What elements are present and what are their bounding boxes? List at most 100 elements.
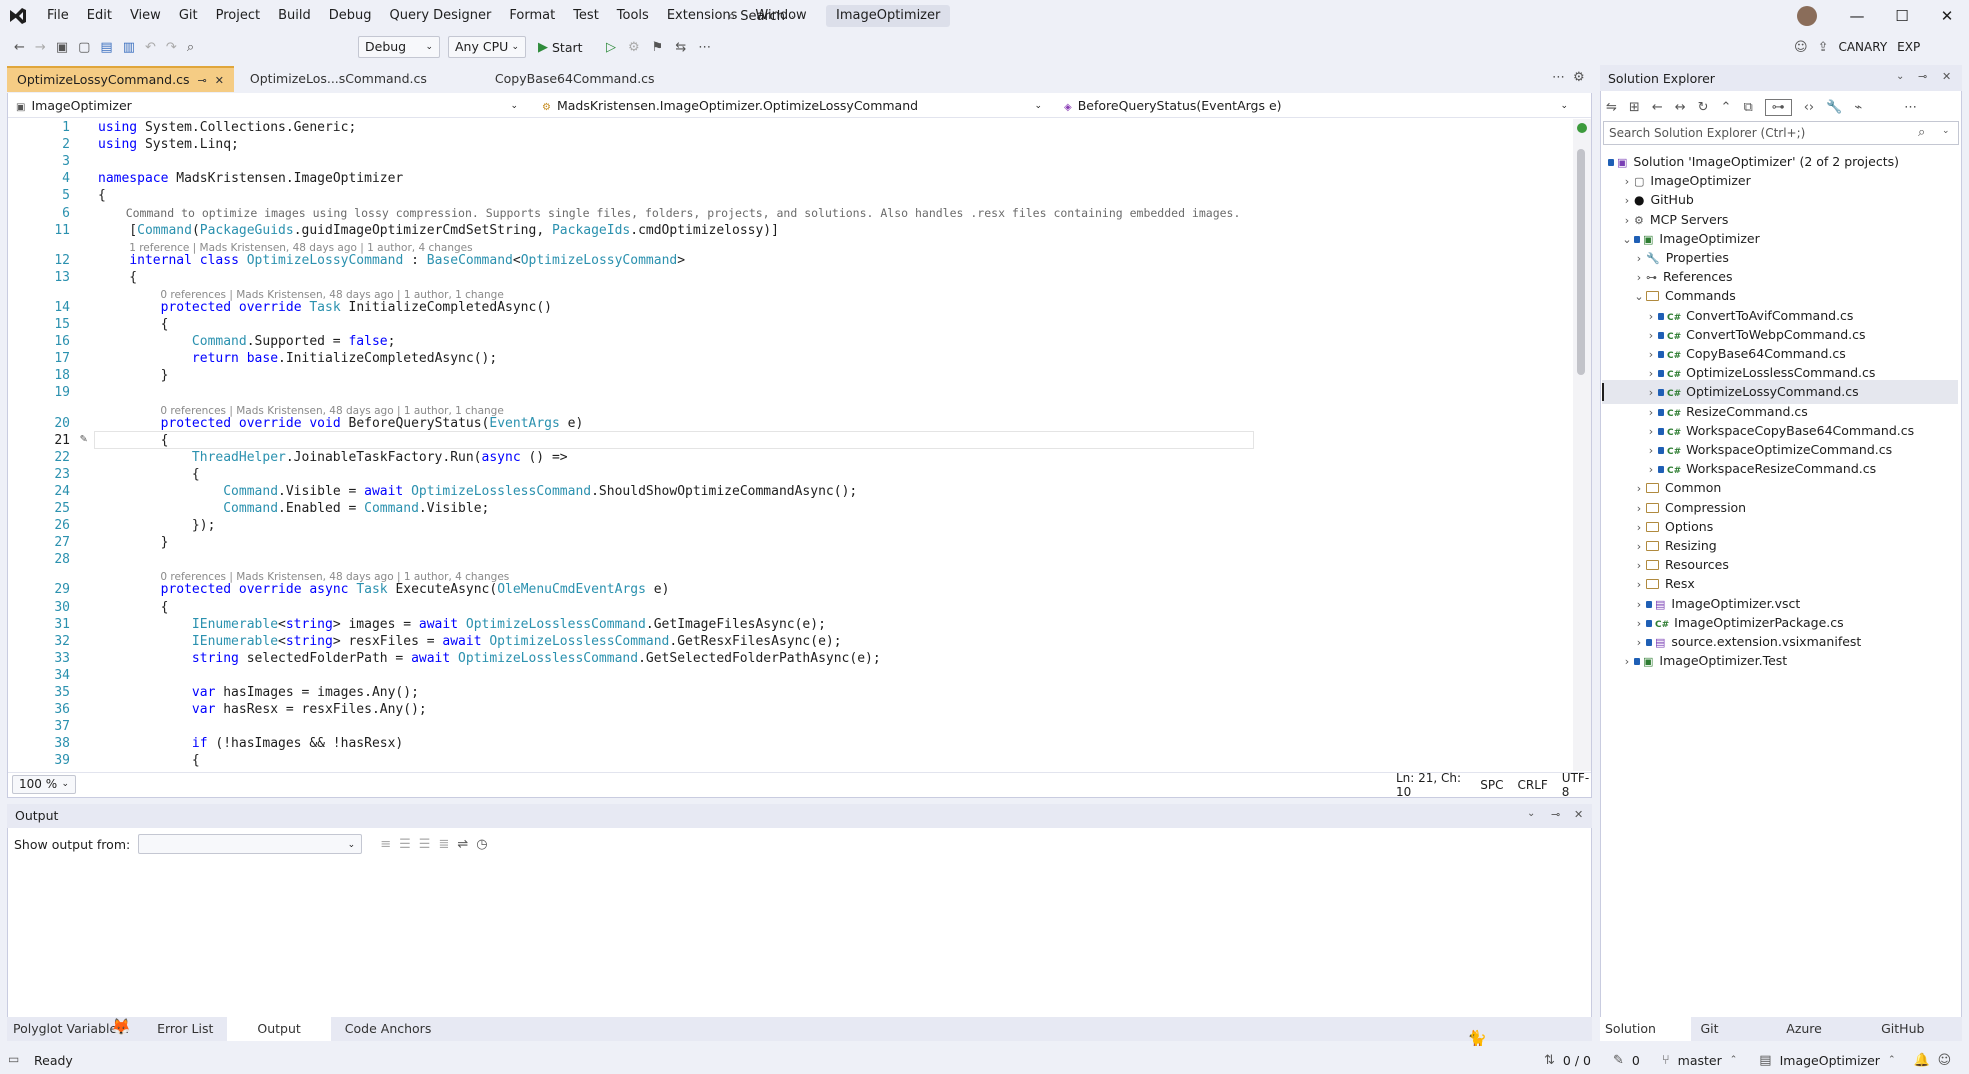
navigate-forward-icon[interactable]: → bbox=[35, 41, 46, 54]
minimize-button[interactable]: — bbox=[1835, 0, 1879, 32]
more-icon[interactable]: ⋯ bbox=[1904, 101, 1917, 114]
copilot-status-icon[interactable]: ☺ bbox=[1938, 1054, 1952, 1067]
next-message-icon[interactable]: ☰ bbox=[419, 838, 431, 851]
menu-item-build[interactable]: Build bbox=[269, 0, 320, 32]
branch-name[interactable]: master bbox=[1678, 1053, 1722, 1068]
undo-icon[interactable]: ↶ bbox=[145, 41, 156, 54]
notifications-icon[interactable]: 🔔 bbox=[1913, 1054, 1929, 1067]
view-code-icon[interactable]: ‹› bbox=[1804, 101, 1814, 114]
commits-count[interactable]: 0 / 0 bbox=[1563, 1053, 1591, 1068]
zoom-dropdown[interactable]: 100 % ⌄ bbox=[12, 775, 76, 794]
menu-item-edit[interactable]: Edit bbox=[78, 0, 121, 32]
tab-overflow-icon[interactable]: ⋯ bbox=[1552, 71, 1565, 84]
project-dropdown[interactable]: ▣ ImageOptimizer ⌄ bbox=[16, 96, 524, 116]
close-panel-icon[interactable]: ✕ bbox=[1942, 71, 1951, 82]
find-message-icon[interactable]: ≡ bbox=[380, 838, 391, 851]
save-icon[interactable]: ▤ bbox=[100, 41, 112, 54]
attach-icon[interactable]: ⚙ bbox=[628, 41, 640, 54]
platform-dropdown[interactable]: Any CPU ⌄ bbox=[448, 36, 526, 58]
tab-code-anchors[interactable]: Code Anchors bbox=[331, 1017, 446, 1041]
repository-name[interactable]: ImageOptimizer bbox=[1780, 1053, 1880, 1068]
start-debugging-button[interactable]: ▶ Start bbox=[538, 36, 583, 58]
menu-item-project[interactable]: Project bbox=[207, 0, 269, 32]
editor-vertical-scrollbar[interactable] bbox=[1573, 119, 1591, 771]
menu-item-debug[interactable]: Debug bbox=[320, 0, 381, 32]
tab-copybase64command[interactable]: CopyBase64Command.cs bbox=[485, 66, 665, 92]
branch-icon[interactable]: ⑂ bbox=[1662, 1054, 1670, 1067]
previous-message-icon[interactable]: ☰ bbox=[399, 838, 411, 851]
preview-icon[interactable]: ⌁ bbox=[1854, 101, 1862, 114]
type-dropdown[interactable]: ⚙ MadsKristensen.ImageOptimizer.OptimizeL… bbox=[542, 96, 1048, 116]
menu-item-query-designer[interactable]: Query Designer bbox=[381, 0, 501, 32]
show-all-files-icon[interactable]: ⧉ bbox=[1743, 101, 1752, 114]
pending-changes-filter-icon[interactable]: ⊶ bbox=[1764, 98, 1792, 116]
tab-error-list[interactable]: Error List bbox=[143, 1017, 227, 1041]
bookmark-icon[interactable]: ⚑ bbox=[652, 41, 664, 54]
timestamp-icon[interactable]: ◷ bbox=[476, 838, 487, 851]
scrollbar-thumb[interactable] bbox=[1577, 149, 1585, 375]
back-icon[interactable]: ← bbox=[1652, 101, 1663, 114]
up-down-arrows-icon[interactable]: ⇅ bbox=[1544, 1054, 1555, 1067]
redo-icon[interactable]: ↷ bbox=[166, 41, 177, 54]
tab-solution-explorer[interactable]: Solution Expl... bbox=[1600, 1017, 1691, 1060]
cursor-position[interactable]: Ln: 21, Ch: 10 bbox=[1396, 771, 1466, 799]
chevron-up-icon[interactable]: ⌃ bbox=[1730, 1055, 1738, 1065]
menu-item-test[interactable]: Test bbox=[564, 0, 608, 32]
tab-git-changes[interactable]: Git Changes bbox=[1691, 1017, 1777, 1060]
sync-icon[interactable]: ⇋ bbox=[1606, 101, 1617, 114]
tree-item[interactable]: › ▣ ImageOptimizer.Test bbox=[1602, 649, 1958, 673]
clear-all-icon[interactable]: ≣ bbox=[438, 838, 449, 851]
changes-count[interactable]: 0 bbox=[1632, 1053, 1640, 1068]
chevron-up-icon[interactable]: ⌃ bbox=[1888, 1055, 1896, 1065]
close-tab-icon[interactable]: ✕ bbox=[215, 75, 224, 86]
chevron-down-icon[interactable]: ⌄ bbox=[1896, 72, 1904, 82]
more-icon[interactable]: ⋯ bbox=[698, 41, 711, 54]
copilot-icon[interactable]: ☺ bbox=[1794, 41, 1808, 54]
refresh-icon[interactable]: ↻ bbox=[1698, 101, 1709, 114]
output-source-dropdown[interactable]: ⌄ bbox=[138, 834, 363, 854]
pencil-icon[interactable]: ✎ bbox=[1613, 1054, 1624, 1067]
navigate-back-icon[interactable]: ← bbox=[14, 41, 25, 54]
solution-explorer-search[interactable]: Search Solution Explorer (Ctrl+;) ⌕ ⌄ bbox=[1603, 121, 1959, 145]
chevron-down-icon[interactable]: ⌄ bbox=[1942, 127, 1950, 136]
close-panel-icon[interactable]: ✕ bbox=[1574, 809, 1583, 820]
live-share-icon[interactable]: ⇆ bbox=[675, 41, 686, 54]
whitespace-indicator[interactable]: SPC bbox=[1480, 778, 1503, 792]
chevron-right-icon[interactable]: › bbox=[1620, 650, 1634, 674]
pin-icon[interactable]: ⊸ bbox=[1918, 71, 1927, 82]
tab-optimizelosslesscommand[interactable]: OptimizeLos...sCommand.cs bbox=[240, 66, 437, 92]
menu-item-tools[interactable]: Tools bbox=[608, 0, 658, 32]
menu-item-file[interactable]: File bbox=[38, 0, 78, 32]
start-without-debugging-icon[interactable]: ▷ bbox=[606, 41, 616, 54]
new-file-icon[interactable]: ▢ bbox=[78, 41, 90, 54]
avatar[interactable] bbox=[1797, 6, 1817, 26]
save-all-icon[interactable]: ▥ bbox=[123, 41, 135, 54]
tab-github-copilot[interactable]: GitHub Copi... bbox=[1875, 1017, 1962, 1060]
chevron-down-icon[interactable]: ⌄ bbox=[1527, 809, 1535, 819]
close-window-button[interactable]: ✕ bbox=[1925, 0, 1969, 32]
new-project-icon[interactable]: ▣ bbox=[56, 41, 68, 54]
encoding-indicator[interactable]: UTF-8 bbox=[1562, 771, 1591, 799]
line-ending-indicator[interactable]: CRLF bbox=[1517, 778, 1547, 792]
member-dropdown[interactable]: ◈ BeforeQueryStatus(EventArgs e) ⌄ bbox=[1064, 96, 1574, 116]
tab-output[interactable]: Output bbox=[227, 1017, 331, 1041]
switch-views-icon[interactable]: ⊞ bbox=[1629, 101, 1640, 114]
pin-icon[interactable]: ⊸ bbox=[197, 75, 206, 86]
menu-item-format[interactable]: Format bbox=[500, 0, 564, 32]
collapse-all-icon[interactable]: ⌃ bbox=[1721, 101, 1732, 114]
expand-icon[interactable]: ↔ bbox=[1675, 101, 1686, 114]
settings-gear-icon[interactable]: ⚙ bbox=[1573, 71, 1585, 84]
word-wrap-icon[interactable]: ⇌ bbox=[457, 838, 468, 851]
repository-icon[interactable]: ▤ bbox=[1759, 1054, 1771, 1067]
quick-actions-icon[interactable]: ✎ bbox=[80, 432, 87, 444]
configuration-dropdown[interactable]: Debug ⌄ bbox=[358, 36, 440, 58]
menu-item-git[interactable]: Git bbox=[170, 0, 207, 32]
code-editor[interactable]: 1 using System.Collections.Generic; 2 using… bbox=[8, 119, 1573, 771]
search-menu[interactable]: ⌕ Search ⌄ bbox=[728, 0, 798, 32]
maximize-button[interactable]: ☐ bbox=[1880, 0, 1924, 32]
properties-icon[interactable]: 🔧 bbox=[1826, 101, 1842, 114]
pin-icon[interactable]: ⊸ bbox=[1551, 809, 1560, 820]
output-window-icon[interactable]: ▭ bbox=[8, 1053, 19, 1065]
tab-optimizelossycommand[interactable]: OptimizeLossyCommand.cs ⊸ ✕ bbox=[7, 66, 234, 92]
find-icon[interactable]: ⌕ bbox=[187, 41, 194, 54]
